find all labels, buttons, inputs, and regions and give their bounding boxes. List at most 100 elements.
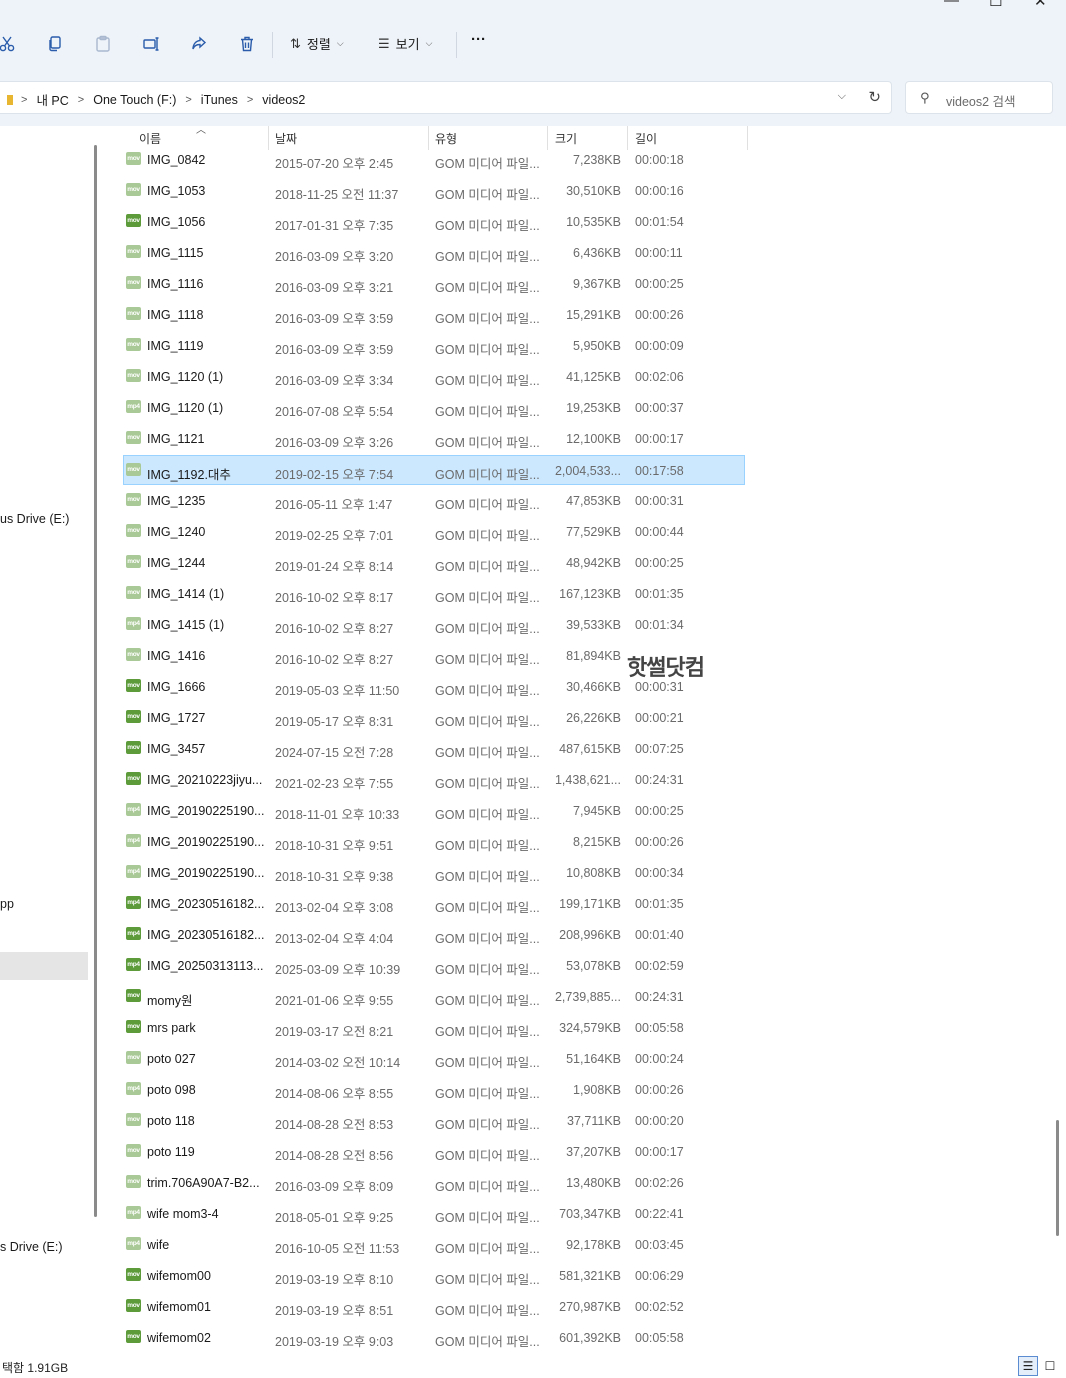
view-label: 보기 <box>395 37 420 52</box>
file-type: GOM 미디어 파일... <box>435 901 540 915</box>
file-name: IMG_1116 <box>147 277 204 291</box>
table-row[interactable]: mp4 IMG_20230516182... 2013-02-04 오후 3:08 G… <box>124 889 744 919</box>
video-file-icon: mov <box>126 679 141 692</box>
table-row[interactable]: mov poto 027 2014-03-02 오전 10:14 GOM 미디어 파일… <box>124 1044 744 1074</box>
table-row[interactable]: mov IMG_1727 2019-05-17 오후 8:31 GOM 미디어 파일.… <box>124 703 744 733</box>
table-row[interactable]: mp4 IMG_20190225190... 2018-10-31 오후 9:51 G… <box>124 827 744 857</box>
file-size: 199,171KB <box>559 897 621 911</box>
refresh-icon[interactable]: ↻ <box>868 88 881 106</box>
table-row[interactable]: mov poto 118 2014-08-28 오전 8:53 GOM 미디어 파일.… <box>124 1106 744 1136</box>
file-type: GOM 미디어 파일... <box>435 653 540 667</box>
table-row[interactable]: mov IMG_1240 2019-02-25 오후 7:01 GOM 미디어 파일.… <box>124 517 744 547</box>
search-input[interactable]: ⚲ videos2 검색 <box>905 81 1053 114</box>
rename-icon[interactable] <box>139 32 163 56</box>
table-row[interactable]: mp4 IMG_20190225190... 2018-10-31 오후 9:38 G… <box>124 858 744 888</box>
table-row[interactable]: mov wifemom01 2019-03-19 오후 8:51 GOM 미디어 파일… <box>124 1292 744 1322</box>
video-file-icon: mp4 <box>126 865 141 878</box>
more-options-button[interactable]: ··· <box>471 31 486 48</box>
table-row[interactable]: mov IMG_3457 2024-07-15 오전 7:28 GOM 미디어 파일.… <box>124 734 744 764</box>
nav-scrollbar[interactable] <box>94 145 97 1217</box>
table-row[interactable]: mp4 poto 098 2014-08-06 오후 8:55 GOM 미디어 파일.… <box>124 1075 744 1105</box>
video-file-icon: mp4 <box>126 400 141 413</box>
breadcrumb-item[interactable]: iTunes <box>201 93 238 107</box>
file-length: 00:00:31 <box>635 494 684 508</box>
file-size: 13,480KB <box>566 1176 621 1190</box>
table-row[interactable]: mp4 wife 2016-10-05 오전 11:53 GOM 미디어 파일... 9… <box>124 1230 744 1260</box>
table-row[interactable]: mov momy원 2021-01-06 오후 9:55 GOM 미디어 파일... 2… <box>124 982 744 1012</box>
close-icon[interactable]: ✕ <box>1034 0 1047 10</box>
address-bar[interactable]: > 내 PC > One Touch (F:) > iTunes > video… <box>0 81 892 114</box>
file-name: wifemom00 <box>147 1269 211 1283</box>
file-size: 30,510KB <box>566 184 621 198</box>
copy-icon[interactable] <box>43 32 67 56</box>
table-row[interactable]: mov wifemom00 2019-03-19 오후 8:10 GOM 미디어 파일… <box>124 1261 744 1291</box>
delete-icon[interactable] <box>235 32 259 56</box>
table-row[interactable]: mov wifemom02 2019-03-19 오후 9:03 GOM 미디어 파일… <box>124 1323 744 1353</box>
maximize-icon[interactable]: ☐ <box>989 0 1002 10</box>
file-length: 00:17:58 <box>635 464 684 478</box>
sort-icon: ⇅ <box>290 35 301 51</box>
list-scrollbar[interactable] <box>1056 1120 1059 1236</box>
table-row[interactable]: mp4 IMG_20190225190... 2018-11-01 오후 10:33… <box>124 796 744 826</box>
table-row[interactable]: mov IMG_1119 2016-03-09 오후 3:59 GOM 미디어 파일.… <box>124 331 744 361</box>
file-size: 19,253KB <box>566 401 621 415</box>
table-row[interactable]: mov IMG_1121 2016-03-09 오후 3:26 GOM 미디어 파일.… <box>124 424 744 454</box>
status-bar: 택함 1.91GB ☰ ☐ <box>0 1354 1066 1378</box>
breadcrumb-item[interactable]: videos2 <box>262 93 305 107</box>
column-divider[interactable] <box>747 126 748 150</box>
breadcrumb-item[interactable]: One Touch (F:) <box>93 93 176 107</box>
file-date: 2019-01-24 오후 8:14 <box>275 560 394 574</box>
video-file-icon: mov <box>126 369 141 382</box>
nav-item-app[interactable]: pp <box>0 897 14 911</box>
file-type: GOM 미디어 파일... <box>435 622 540 636</box>
file-length: 00:00:25 <box>635 556 684 570</box>
sort-button[interactable]: ⇅ 정렬 ⌵ <box>290 34 344 53</box>
table-row[interactable]: mov poto 119 2014-08-28 오전 8:56 GOM 미디어 파일.… <box>124 1137 744 1167</box>
table-row[interactable]: mov IMG_1120 (1) 2016-03-09 오후 3:34 GOM 미디어… <box>124 362 744 392</box>
table-row[interactable]: mov IMG_1192.대추 2019-02-15 오후 7:54 GOM 미디어 … <box>123 455 745 485</box>
share-icon[interactable] <box>187 32 211 56</box>
table-row[interactable]: mov IMG_0842 2015-07-20 오후 2:45 GOM 미디어 파일.… <box>124 145 744 175</box>
file-type: GOM 미디어 파일... <box>435 1149 540 1163</box>
table-row[interactable]: mov trim.706A90A7-B2... 2016-03-09 오후 8:09… <box>124 1168 744 1198</box>
table-row[interactable]: mov IMG_1118 2016-03-09 오후 3:59 GOM 미디어 파일.… <box>124 300 744 330</box>
file-type: GOM 미디어 파일... <box>435 1087 540 1101</box>
minimize-icon[interactable]: — <box>944 0 959 9</box>
table-row[interactable]: mov IMG_20210223jiyu... 2021-02-23 오후 7:55… <box>124 765 744 795</box>
table-row[interactable]: mov IMG_1115 2016-03-09 오후 3:20 GOM 미디어 파일.… <box>124 238 744 268</box>
file-size: 2,739,885... <box>554 990 621 1004</box>
table-row[interactable]: mov IMG_1116 2016-03-09 오후 3:21 GOM 미디어 파일.… <box>124 269 744 299</box>
file-size: 48,942KB <box>566 556 621 570</box>
table-row[interactable]: mp4 IMG_1415 (1) 2016-10-02 오후 8:27 GOM 미디어… <box>124 610 744 640</box>
nav-item-drive[interactable]: s Drive (E:) <box>0 1240 63 1254</box>
file-type: GOM 미디어 파일... <box>435 188 540 202</box>
file-length: 00:00:21 <box>635 711 684 725</box>
table-row[interactable]: mov IMG_1414 (1) 2016-10-02 오후 8:17 GOM 미디어… <box>124 579 744 609</box>
table-row[interactable]: mov IMG_1235 2016-05-11 오후 1:47 GOM 미디어 파일.… <box>124 486 744 516</box>
table-row[interactable]: mp4 wife mom3-4 2018-05-01 오후 9:25 GOM 미디어 … <box>124 1199 744 1229</box>
large-icons-view-icon[interactable]: ☐ <box>1040 1356 1060 1376</box>
table-row[interactable]: mp4 IMG_20230516182... 2013-02-04 오후 4:04 G… <box>124 920 744 950</box>
file-date: 2019-03-17 오전 8:21 <box>275 1025 394 1039</box>
view-button[interactable]: ☰ 보기 ⌵ <box>378 34 432 53</box>
file-name: IMG_1118 <box>147 308 204 322</box>
table-row[interactable]: mp4 IMG_20250313113... 2025-03-09 오후 10:39… <box>124 951 744 981</box>
table-row[interactable]: mov IMG_1056 2017-01-31 오후 7:35 GOM 미디어 파일.… <box>124 207 744 237</box>
table-row[interactable]: mov IMG_1053 2018-11-25 오전 11:37 GOM 미디어 파일… <box>124 176 744 206</box>
file-length: 00:01:35 <box>635 587 684 601</box>
file-date: 2019-03-19 오후 8:10 <box>275 1273 394 1287</box>
table-row[interactable]: mov IMG_1244 2019-01-24 오후 8:14 GOM 미디어 파일.… <box>124 548 744 578</box>
table-row[interactable]: mov mrs park 2019-03-17 오전 8:21 GOM 미디어 파일.… <box>124 1013 744 1043</box>
file-length: 00:00:17 <box>635 432 684 446</box>
file-size: 324,579KB <box>559 1021 621 1035</box>
file-length: 00:00:18 <box>635 153 684 167</box>
breadcrumb-item[interactable]: 내 PC <box>36 90 68 109</box>
table-row[interactable]: mp4 IMG_1120 (1) 2016-07-08 오후 5:54 GOM 미디어… <box>124 393 744 423</box>
cut-icon[interactable] <box>0 32 20 56</box>
details-view-icon[interactable]: ☰ <box>1018 1356 1038 1376</box>
chevron-down-icon[interactable]: ⌵ <box>838 90 846 103</box>
nav-item-selected[interactable] <box>0 952 88 980</box>
file-name: IMG_1120 (1) <box>147 370 224 384</box>
nav-item-drive[interactable]: us Drive (E:) <box>0 512 69 526</box>
file-size: 601,392KB <box>559 1331 621 1345</box>
